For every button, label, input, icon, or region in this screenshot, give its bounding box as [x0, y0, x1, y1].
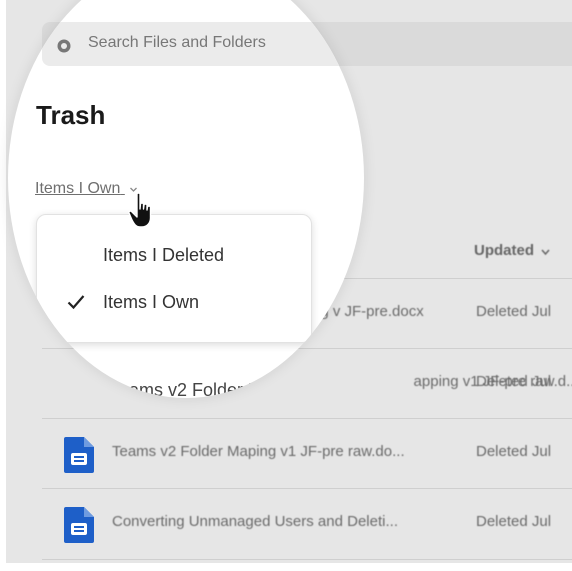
filter-selected-label: Items I Own	[35, 180, 121, 197]
search-placeholder: Search Files and Folders	[88, 34, 266, 51]
table-row[interactable]: Teams v2 Folder Maping v1 JF-pre raw.do.…	[42, 418, 572, 489]
search-icon	[57, 39, 71, 53]
row-updated: Deleted Jul	[476, 373, 552, 390]
left-edge	[0, 0, 6, 571]
chevron-down-icon	[541, 249, 550, 256]
row-updated: Deleted Jul	[476, 513, 552, 530]
row-file-name: Converting Unmanaged Users and Deleti...	[112, 513, 398, 530]
row-file-name: Teams v2 Folder Maping v1 JF-pre raw.do.…	[112, 443, 405, 460]
menu-item-items-deleted[interactable]: Items I Deleted	[37, 235, 311, 275]
row-updated: Deleted Jul	[476, 303, 552, 320]
check-icon	[67, 295, 85, 310]
hand-pointer-icon	[128, 192, 152, 228]
column-header-updated-label: Updated	[474, 242, 534, 259]
app-window: Updated ng v JF-pre.docx Deleted Jul Tea…	[0, 0, 572, 571]
search-input[interactable]: Search Files and Folders	[42, 22, 364, 66]
menu-item-items-own[interactable]: Items I Own	[37, 282, 311, 322]
document-icon	[64, 437, 94, 473]
filter-dropdown-menu: Items I Deleted Items I Own	[36, 214, 312, 343]
bottom-edge	[0, 563, 572, 571]
document-icon	[56, 362, 86, 398]
row-file-name-magnified: Teams v2 Folder M	[110, 380, 264, 398]
menu-item-label: Items I Own	[103, 292, 200, 312]
column-header-updated[interactable]: Updated	[474, 242, 550, 259]
row-updated: Deleted Jul	[476, 443, 552, 460]
document-icon	[64, 507, 94, 543]
table-row[interactable]: Converting Unmanaged Users and Deleti...…	[42, 488, 572, 560]
menu-item-label: Items I Deleted	[103, 245, 225, 265]
filter-dropdown-toggle[interactable]: Items I Own	[35, 180, 137, 198]
page-title: Trash	[36, 100, 106, 130]
